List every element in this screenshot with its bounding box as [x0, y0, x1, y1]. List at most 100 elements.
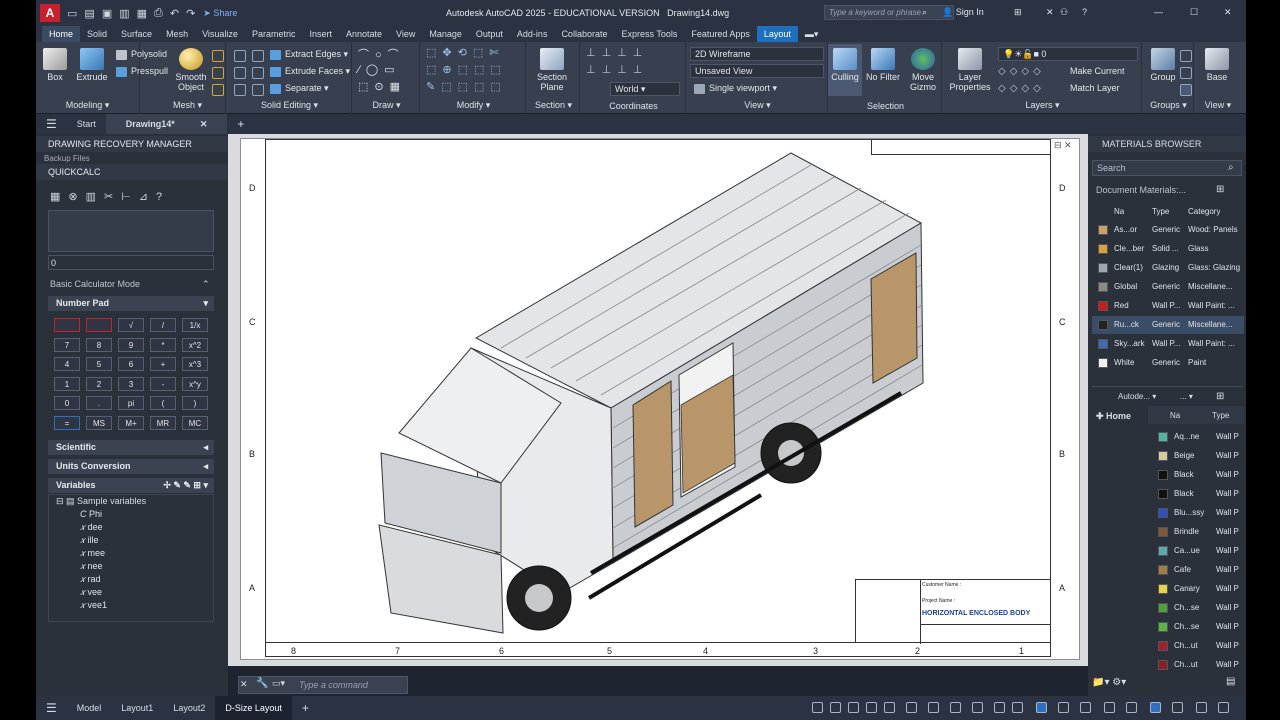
extrude-faces-button[interactable]: Extrude Faces ▾: [270, 66, 350, 77]
calc-key[interactable]: [54, 318, 80, 332]
solid-edit-icon[interactable]: [234, 67, 246, 79]
panel-label[interactable]: Modify ▾: [422, 100, 525, 111]
mesh-tool-icon[interactable]: [212, 84, 224, 96]
calc-key[interactable]: 7: [54, 337, 80, 352]
library-material-row[interactable]: Blu...ssy Wall P: [1152, 504, 1244, 522]
scientific-section[interactable]: Scientific ◂: [48, 440, 214, 455]
draw-tools-row[interactable]: ∕◯▭: [358, 63, 401, 76]
column-category[interactable]: Category: [1188, 203, 1220, 221]
library-dropdown[interactable]: Autode... ▾: [1118, 392, 1156, 401]
calc-key[interactable]: 5: [86, 357, 112, 371]
panel-label[interactable]: View ▾: [1196, 100, 1240, 111]
panel-label[interactable]: Coordinates: [582, 101, 685, 111]
menu-icon[interactable]: ☰: [36, 117, 67, 131]
calc-key[interactable]: =: [54, 415, 80, 430]
extract-edges-button[interactable]: Extract Edges ▾: [270, 49, 348, 60]
quickcalc-toolbar[interactable]: ▦⊗▥✂⊢⊿?: [50, 190, 170, 203]
layout2-tab[interactable]: Layout2: [163, 696, 215, 720]
recent-commands-icon[interactable]: ▭▾: [272, 678, 285, 689]
maximize-icon[interactable]: ☐: [1190, 7, 1198, 18]
drawing-tab[interactable]: Drawing14* ✕: [105, 114, 228, 134]
status-toggle-icon[interactable]: [1172, 702, 1183, 713]
library-folder-icon[interactable]: 📁▾ ⚙▾: [1092, 677, 1126, 688]
calc-key[interactable]: x^2: [182, 337, 208, 352]
library-material-row[interactable]: Black Wall P: [1152, 466, 1244, 484]
dsize-layout-tab[interactable]: D-Size Layout: [215, 696, 292, 720]
status-toggle-icon[interactable]: [812, 702, 823, 713]
open-folder-icon[interactable]: ▤: [84, 7, 94, 20]
drawing-area[interactable]: D C B A D C B A 8 7 6 5 4 3 2 1 Customer…: [228, 134, 1088, 666]
move-gizmo-button[interactable]: Move Gizmo: [906, 48, 940, 92]
viewport-controls[interactable]: ⊟ ✕: [1054, 140, 1072, 151]
variable-item[interactable]: 𝑥 vee: [80, 587, 102, 598]
variable-item[interactable]: C Phi: [80, 509, 102, 519]
status-toggle-icon[interactable]: [1218, 702, 1229, 713]
material-row[interactable]: Global Generic Miscellane...: [1092, 278, 1244, 296]
variable-item[interactable]: 𝑥 nee: [80, 561, 103, 572]
library-material-row[interactable]: Aq...ne Wall P: [1152, 428, 1244, 446]
library-material-row[interactable]: Beige Wall P: [1152, 447, 1244, 465]
close-command-icon[interactable]: ✕: [240, 679, 248, 690]
tab-express-tools[interactable]: Express Tools: [614, 26, 684, 42]
units-conversion-section[interactable]: Units Conversion ◂: [48, 459, 214, 474]
library-tree-home[interactable]: ✚ Home: [1096, 411, 1131, 422]
variable-item[interactable]: 𝑥 mee: [80, 548, 105, 559]
column-type[interactable]: Type: [1212, 411, 1229, 420]
status-toggle-icon[interactable]: [1012, 702, 1023, 713]
calc-input-field[interactable]: 0: [48, 255, 214, 270]
minimize-icon[interactable]: —: [1154, 7, 1163, 17]
solid-edit-icon[interactable]: [234, 50, 246, 62]
tab-featured-apps[interactable]: Featured Apps: [684, 26, 757, 42]
layer-properties-button[interactable]: Layer Properties: [948, 48, 992, 92]
calc-key[interactable]: ): [182, 396, 208, 410]
redo-icon[interactable]: ↷: [186, 7, 195, 20]
variable-item[interactable]: 𝑥 dee: [80, 522, 103, 533]
calc-key[interactable]: pi: [118, 396, 144, 410]
modify-tools-row[interactable]: ✎⬚⬚⬚⬚: [426, 80, 507, 93]
add-layout-icon[interactable]: +: [292, 696, 319, 720]
modify-tools-row[interactable]: ⬚⊕⬚⬚⬚: [426, 63, 507, 76]
calc-key[interactable]: 1: [54, 376, 80, 391]
variable-item[interactable]: 𝑥 vee1: [80, 600, 107, 611]
save-as-icon[interactable]: ▥: [119, 7, 129, 20]
layer-dropdown[interactable]: 💡☀🔓■ 0: [998, 47, 1138, 61]
mesh-tool-icon[interactable]: [212, 50, 224, 62]
calc-key[interactable]: (: [150, 396, 176, 410]
panel-label[interactable]: Section ▾: [528, 100, 579, 111]
calc-key[interactable]: 0: [54, 396, 80, 410]
calc-key[interactable]: MC: [182, 415, 208, 430]
panel-label[interactable]: Mesh ▾: [160, 100, 215, 111]
status-toggle-icon[interactable]: [884, 702, 895, 713]
calc-key[interactable]: 9: [118, 337, 144, 352]
calc-key[interactable]: +: [150, 357, 176, 371]
library-material-row[interactable]: Ch...se Wall P: [1152, 618, 1244, 636]
close-tab-icon[interactable]: ✕: [190, 119, 218, 129]
group-tool-icon[interactable]: [1180, 50, 1192, 62]
status-toggle-icon[interactable]: [1104, 702, 1115, 713]
tab-collaborate[interactable]: Collaborate: [554, 26, 614, 42]
calc-key[interactable]: /: [150, 318, 176, 332]
status-toggle-icon[interactable]: [848, 702, 859, 713]
number-pad-section[interactable]: Number Pad ▾: [48, 296, 214, 311]
new-file-icon[interactable]: ▭: [67, 7, 77, 20]
saved-view-dropdown[interactable]: Unsaved View: [690, 64, 824, 78]
separate-button[interactable]: Separate ▾: [270, 83, 329, 94]
library-material-row[interactable]: Cafe Wall P: [1152, 561, 1244, 579]
group-button[interactable]: Group: [1148, 48, 1178, 82]
library-material-row[interactable]: Ch...ut Wall P: [1152, 656, 1244, 674]
library-options-dropdown[interactable]: ... ▾: [1180, 392, 1193, 401]
layer-tools-row[interactable]: ◇◇◇◇: [998, 83, 1045, 94]
status-toggle-icon[interactable]: [950, 702, 961, 713]
recovery-header[interactable]: DRAWING RECOVERY MANAGER: [36, 136, 228, 152]
material-editor-icon[interactable]: ▤: [1226, 676, 1235, 687]
calc-key[interactable]: MS: [86, 415, 112, 430]
base-view-button[interactable]: Base: [1200, 48, 1234, 82]
calc-key[interactable]: √: [118, 318, 144, 332]
material-row[interactable]: Red Wall P... Wall Paint: ...: [1092, 297, 1244, 315]
undo-icon[interactable]: ↶: [170, 7, 179, 20]
material-row[interactable]: As...or Generic Wood: Panels: [1092, 221, 1244, 239]
tab-view[interactable]: View: [389, 26, 422, 42]
model-tab[interactable]: Model: [67, 696, 112, 720]
solid-edit-icon[interactable]: [252, 84, 264, 96]
tab-parametric[interactable]: Parametric: [245, 26, 303, 42]
